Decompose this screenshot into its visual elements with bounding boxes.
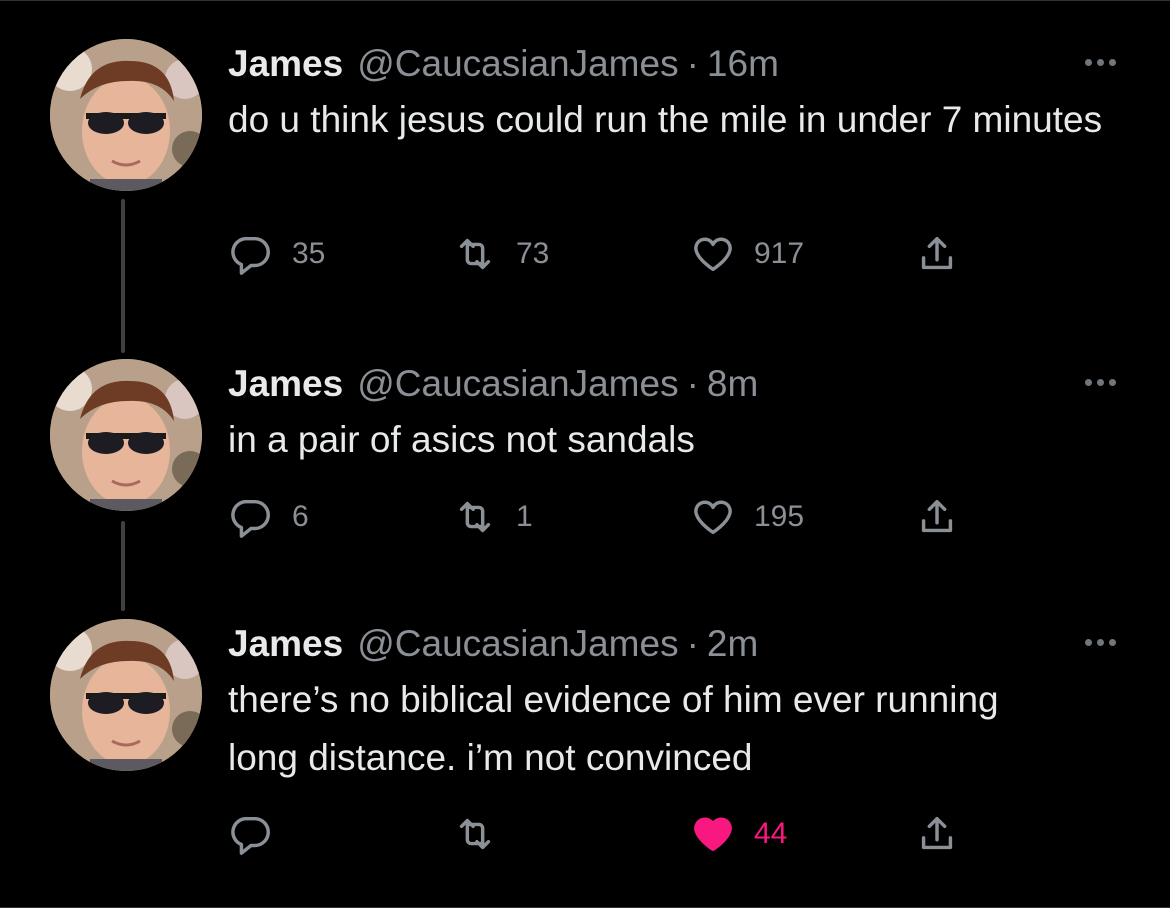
retweet-count: 73 — [516, 237, 550, 270]
tweet-text: do u think jesus could run the mile in u… — [228, 99, 1103, 140]
display-name[interactable]: James — [228, 363, 343, 405]
retweet-icon — [459, 818, 491, 850]
tweet-actions: 35 73 917 — [228, 229, 988, 279]
tweet-actions: 6 1 195 — [228, 492, 988, 542]
retweet-button[interactable]: 1 — [452, 492, 533, 542]
retweet-icon — [459, 501, 491, 533]
tweet-header: James @CaucasianJames · 8m — [228, 359, 1128, 409]
share-icon — [921, 816, 953, 850]
user-handle[interactable]: @CaucasianJames — [357, 623, 678, 665]
more-icon[interactable] — [1070, 627, 1130, 657]
reply-icon — [231, 499, 270, 538]
separator: · — [686, 43, 699, 84]
like-count: 44 — [754, 817, 788, 850]
avatar[interactable] — [50, 39, 202, 191]
avatar[interactable] — [50, 359, 202, 511]
share-icon — [921, 236, 953, 270]
reply-button[interactable]: 6 — [228, 492, 309, 542]
reply-button[interactable]: 35 — [228, 229, 325, 279]
reply-icon — [231, 816, 270, 855]
reply-button[interactable] — [228, 809, 292, 859]
share-button[interactable] — [914, 229, 960, 279]
user-handle[interactable]: @CaucasianJames — [357, 43, 678, 85]
like-button[interactable]: 917 — [690, 229, 804, 279]
display-name[interactable]: James — [228, 623, 343, 665]
display-name[interactable]: James — [228, 43, 343, 85]
timestamp[interactable]: 2m — [707, 623, 758, 665]
more-icon[interactable] — [1070, 367, 1130, 397]
like-button[interactable]: 44 — [690, 809, 787, 859]
heart-icon — [694, 500, 732, 535]
like-count: 195 — [754, 500, 805, 533]
thread-connector — [121, 199, 125, 353]
separator: · — [686, 623, 699, 664]
share-button[interactable] — [914, 809, 960, 859]
reply-count: 6 — [292, 500, 309, 533]
timestamp[interactable]: 8m — [707, 363, 758, 405]
share-button[interactable] — [914, 492, 960, 542]
thread-connector — [121, 521, 125, 611]
separator: · — [686, 363, 699, 404]
retweet-button[interactable]: 73 — [452, 229, 549, 279]
user-handle[interactable]: @CaucasianJames — [357, 363, 678, 405]
like-count: 917 — [754, 237, 805, 270]
tweet-actions: 44 — [228, 809, 988, 859]
heart-icon — [694, 237, 732, 272]
reply-icon — [231, 236, 270, 275]
tweet-thread: James @CaucasianJames · 16m do u think j… — [0, 0, 1170, 908]
tweet-text: there’s no biblical evidence of him ever… — [228, 679, 999, 778]
avatar[interactable] — [50, 619, 202, 771]
retweet-count: 1 — [516, 500, 533, 533]
more-icon[interactable] — [1070, 47, 1130, 77]
reply-count: 35 — [292, 237, 326, 270]
tweet-header: James @CaucasianJames · 16m — [228, 39, 1128, 89]
timestamp[interactable]: 16m — [707, 43, 779, 85]
retweet-button[interactable] — [452, 809, 516, 859]
tweet-text: in a pair of asics not sandals — [228, 419, 695, 460]
share-icon — [921, 499, 953, 533]
retweet-icon — [459, 238, 491, 270]
tweet-header: James @CaucasianJames · 2m — [228, 619, 1128, 669]
heart-icon — [694, 817, 732, 852]
like-button[interactable]: 195 — [690, 492, 804, 542]
